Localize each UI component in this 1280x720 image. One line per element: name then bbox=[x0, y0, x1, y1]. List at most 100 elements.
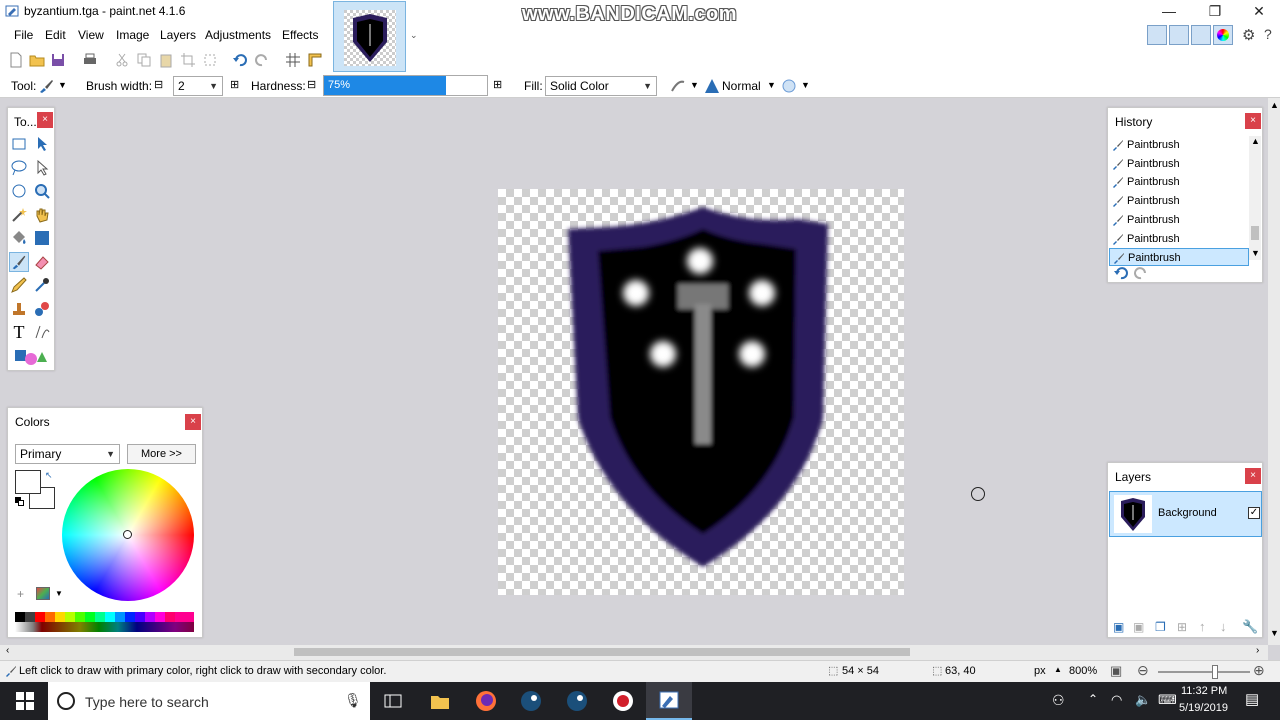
layers-window-toggle-icon[interactable] bbox=[1191, 25, 1211, 45]
blend-mode-icon[interactable] bbox=[703, 77, 721, 95]
unit-select[interactable]: px bbox=[1034, 665, 1046, 677]
recolor-tool-icon[interactable] bbox=[32, 299, 52, 319]
move-selection-tool-icon[interactable] bbox=[32, 158, 52, 178]
paintbrush-tool-button-icon[interactable] bbox=[9, 252, 29, 272]
palette-swatch[interactable] bbox=[25, 612, 35, 622]
blend-mode-dropdown-icon[interactable]: ▼ bbox=[767, 80, 776, 90]
delete-layer-icon[interactable]: ▣ bbox=[1133, 620, 1144, 634]
palette-swatch[interactable] bbox=[165, 612, 175, 622]
pencil-tool-icon[interactable] bbox=[9, 275, 29, 295]
history-undo-icon[interactable] bbox=[1113, 266, 1129, 280]
fill-select[interactable]: Solid Color ▼ bbox=[545, 76, 657, 96]
paintbrush-tool-icon[interactable] bbox=[38, 78, 54, 94]
menu-edit[interactable]: Edit bbox=[45, 28, 66, 42]
image-thumbnail-tab[interactable] bbox=[333, 1, 406, 72]
zoom-in-icon[interactable]: ⊕ bbox=[1253, 662, 1265, 679]
blend-mode-value[interactable]: Normal bbox=[722, 79, 761, 93]
more-colors-button[interactable]: More >> bbox=[127, 444, 196, 464]
menu-adjustments[interactable]: Adjustments bbox=[205, 28, 271, 42]
palette-swatch[interactable] bbox=[15, 612, 25, 622]
eraser-tool-icon[interactable] bbox=[32, 252, 52, 272]
task-view-icon[interactable] bbox=[384, 692, 402, 710]
palette-swatch[interactable] bbox=[125, 612, 135, 622]
color-wheel-picker[interactable] bbox=[123, 530, 132, 539]
color-picker-tool-icon[interactable] bbox=[32, 275, 52, 295]
palette-menu-icon[interactable] bbox=[36, 587, 50, 600]
palette-swatch[interactable] bbox=[105, 612, 115, 622]
unit-dropdown-icon[interactable]: ▲ bbox=[1054, 665, 1062, 674]
volume-icon[interactable]: 🔈 bbox=[1135, 692, 1151, 708]
palette-swatch[interactable] bbox=[35, 612, 45, 622]
palette-swatch[interactable] bbox=[65, 612, 75, 622]
history-item[interactable]: Paintbrush bbox=[1109, 155, 1249, 173]
history-item[interactable]: Paintbrush bbox=[1109, 248, 1249, 267]
windows-start-icon[interactable] bbox=[16, 692, 34, 710]
layer-properties-icon[interactable]: 🔧 bbox=[1242, 619, 1258, 635]
add-to-palette-icon[interactable]: + bbox=[17, 587, 24, 601]
menu-layers[interactable]: Layers bbox=[160, 28, 196, 42]
paintnet-taskbar-button[interactable] bbox=[646, 682, 692, 720]
horizontal-scroll-thumb[interactable] bbox=[294, 648, 910, 656]
antialiasing-dropdown-icon[interactable]: ▼ bbox=[690, 80, 699, 90]
copy-icon[interactable] bbox=[136, 52, 152, 68]
shapes-tool-icon[interactable] bbox=[13, 346, 49, 366]
print-icon[interactable] bbox=[82, 52, 98, 68]
steam-icon-2[interactable] bbox=[566, 690, 588, 712]
color-mode-select[interactable]: Primary ▼ bbox=[15, 444, 120, 464]
ellipse-select-tool-icon[interactable] bbox=[9, 181, 29, 201]
reset-colors-icon[interactable] bbox=[15, 497, 25, 507]
palette-swatch[interactable] bbox=[45, 612, 55, 622]
grid-icon[interactable] bbox=[285, 52, 301, 68]
menu-effects[interactable]: Effects bbox=[282, 28, 318, 42]
help-icon[interactable]: ? bbox=[1264, 26, 1272, 42]
ruler-icon[interactable] bbox=[307, 52, 323, 68]
tools-panel-close-button[interactable]: × bbox=[37, 112, 53, 128]
steam-icon[interactable] bbox=[520, 690, 542, 712]
thumbnail-dropdown-icon[interactable]: ⌄ bbox=[410, 30, 418, 41]
paint-bucket-tool-icon[interactable] bbox=[9, 228, 29, 248]
vertical-scrollbar[interactable]: ▲ ▼ bbox=[1268, 98, 1280, 645]
crop-icon[interactable] bbox=[180, 52, 196, 68]
history-window-toggle-icon[interactable] bbox=[1169, 25, 1189, 45]
pan-tool-icon[interactable] bbox=[32, 205, 52, 225]
primary-color-swatch[interactable] bbox=[15, 470, 41, 494]
undo-icon[interactable] bbox=[232, 52, 248, 68]
horizontal-scrollbar[interactable]: ‹ › bbox=[0, 645, 1268, 660]
history-item[interactable]: Paintbrush bbox=[1109, 230, 1249, 248]
layer-visibility-checkbox[interactable]: ✓ bbox=[1248, 507, 1260, 519]
history-redo-icon[interactable] bbox=[1133, 266, 1149, 280]
duplicate-layer-icon[interactable]: ❐ bbox=[1155, 620, 1166, 634]
zoom-level[interactable]: 800% bbox=[1069, 665, 1097, 677]
action-center-icon[interactable]: ▤ bbox=[1245, 690, 1259, 708]
history-scrollbar[interactable]: ▲ ▼ bbox=[1249, 136, 1261, 260]
minimize-button[interactable]: — bbox=[1146, 0, 1192, 22]
move-layer-up-icon[interactable]: ↑ bbox=[1199, 619, 1206, 634]
clock-date[interactable]: 5/19/2019 bbox=[1179, 702, 1228, 714]
brush-width-decrease-icon[interactable]: ⊟ bbox=[154, 78, 163, 91]
palette-swatch[interactable] bbox=[175, 612, 194, 622]
gradient-tool-icon[interactable] bbox=[32, 228, 52, 248]
palette-swatch[interactable] bbox=[135, 612, 145, 622]
add-layer-icon[interactable]: ▣ bbox=[1113, 620, 1124, 634]
history-panel-close-button[interactable]: × bbox=[1245, 113, 1261, 129]
move-layer-down-icon[interactable]: ↓ bbox=[1220, 619, 1227, 634]
hardness-increase-icon[interactable]: ⊞ bbox=[493, 78, 502, 91]
hardness-slider[interactable]: 75% bbox=[323, 75, 488, 96]
save-icon[interactable] bbox=[50, 52, 66, 68]
alpha-blending-icon[interactable] bbox=[781, 78, 797, 94]
redo-icon[interactable] bbox=[254, 52, 270, 68]
palette-swatch[interactable] bbox=[55, 612, 65, 622]
lasso-select-tool-icon[interactable] bbox=[9, 158, 29, 178]
new-file-icon[interactable] bbox=[8, 52, 24, 68]
palette-swatch[interactable] bbox=[115, 612, 125, 622]
antialiasing-icon[interactable] bbox=[670, 78, 686, 94]
palette-swatch[interactable] bbox=[155, 612, 165, 622]
brush-width-increase-icon[interactable]: ⊞ bbox=[230, 78, 239, 91]
deselect-icon[interactable] bbox=[202, 52, 218, 68]
history-item[interactable]: Paintbrush bbox=[1109, 192, 1249, 210]
palette-swatch[interactable] bbox=[85, 612, 95, 622]
text-tool-icon[interactable]: T bbox=[9, 322, 29, 342]
settings-gear-icon[interactable]: ⚙ bbox=[1242, 26, 1255, 44]
bandicam-record-icon[interactable] bbox=[612, 690, 634, 712]
history-item[interactable]: Paintbrush bbox=[1109, 136, 1249, 154]
